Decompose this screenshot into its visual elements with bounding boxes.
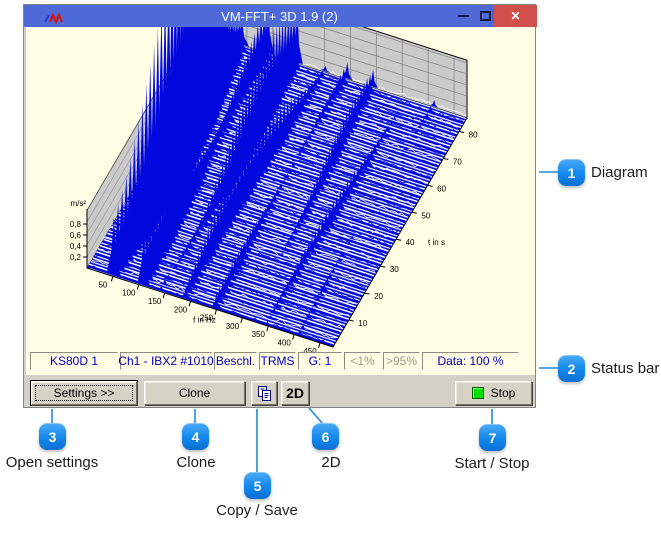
callout-badge-6: 6: [312, 423, 339, 450]
svg-text:70: 70: [453, 157, 462, 166]
svg-text:400: 400: [277, 339, 291, 348]
svg-text:40: 40: [406, 238, 415, 247]
diagram-panel: 0,20,40,60,8m/s²501001502002503003504004…: [26, 27, 535, 375]
2d-label: 2D: [286, 385, 304, 401]
svg-text:t in s: t in s: [428, 238, 445, 247]
callout-badge-3: 3: [39, 423, 66, 450]
copy-icon: [256, 385, 273, 402]
svg-text:60: 60: [437, 184, 446, 193]
y-axis: 0,2 0,4 0,6 0,8 m/s²: [70, 199, 87, 268]
callout-badge-2: 2: [558, 355, 585, 382]
svg-text:200: 200: [174, 305, 188, 314]
status-cell: KS80D 1: [30, 352, 118, 370]
close-button[interactable]: ✕: [494, 5, 537, 27]
callout-badge-4: 4: [182, 423, 209, 450]
svg-text:f in Hz: f in Hz: [193, 316, 216, 325]
callout-label-status-bar: Status bar: [591, 360, 659, 377]
callout-line: [309, 408, 323, 424]
callout-label-diagram: Diagram: [591, 164, 648, 181]
clone-label: Clone: [179, 386, 210, 400]
svg-text:100: 100: [122, 289, 136, 298]
svg-text:350: 350: [252, 330, 266, 339]
svg-text:20: 20: [374, 292, 383, 301]
svg-text:150: 150: [148, 297, 162, 306]
callout-badge-1: 1: [558, 159, 585, 186]
callout-label-open-settings: Open settings: [6, 454, 99, 471]
svg-text:0,8: 0,8: [70, 220, 82, 229]
titlebar[interactable]: VM-FFT+ 3D 1.9 (2) ✕: [24, 5, 535, 27]
svg-text:10: 10: [358, 319, 367, 328]
callout-label-copy-save: Copy / Save: [216, 502, 298, 519]
status-cell: Data: 100 %: [422, 352, 519, 370]
svg-text:0,2: 0,2: [70, 253, 82, 262]
clone-button[interactable]: Clone: [144, 381, 245, 405]
status-cell: TRMS: [259, 352, 296, 370]
copy-save-button[interactable]: [251, 381, 277, 405]
svg-text:300: 300: [226, 322, 240, 331]
status-bar: KS80D 1Ch1 - IBX2 #1010Beschl.TRMSG: 1<1…: [30, 352, 519, 372]
status-cell: Beschl.: [214, 352, 257, 370]
fft-3d-diagram[interactable]: 0,20,40,60,8m/s²501001502002503003504004…: [26, 27, 535, 353]
callout-badge-5: 5: [244, 472, 271, 499]
maximize-button[interactable]: [474, 5, 496, 27]
settings-label: Settings >>: [54, 386, 115, 400]
stop-button[interactable]: Stop: [455, 381, 532, 405]
svg-text:30: 30: [390, 265, 399, 274]
close-icon: ✕: [510, 9, 520, 23]
status-cell: <1%: [344, 352, 381, 370]
svg-text:50: 50: [98, 280, 107, 289]
running-indicator-icon: [472, 387, 484, 399]
annotation-canvas: VM-FFT+ 3D 1.9 (2) ✕ 0,2 0,4 0,6 0,8 m/s² 50 1…: [0, 0, 661, 538]
stop-label: Stop: [491, 386, 516, 400]
status-cell: G: 1: [298, 352, 342, 370]
callout-label-2d: 2D: [321, 454, 340, 471]
status-cell: >95%: [383, 352, 420, 370]
maximize-icon: [480, 11, 491, 21]
minimize-icon: [458, 15, 469, 17]
svg-text:50: 50: [421, 211, 430, 220]
app-window: VM-FFT+ 3D 1.9 (2) ✕ 0,2 0,4 0,6 0,8 m/s² 50 1…: [23, 4, 536, 408]
callout-badge-7: 7: [479, 424, 506, 451]
svg-text:0,4: 0,4: [70, 242, 82, 251]
svg-text:m/s²: m/s²: [70, 199, 86, 208]
2d-button[interactable]: 2D: [281, 381, 309, 405]
svg-text:0,6: 0,6: [70, 231, 82, 240]
status-cell: Ch1 - IBX2 #1010: [120, 352, 212, 370]
settings-button[interactable]: Settings >>: [31, 381, 137, 405]
callout-label-clone: Clone: [176, 454, 215, 471]
svg-text:80: 80: [469, 130, 478, 139]
minimize-button[interactable]: [452, 5, 474, 27]
callout-label-start-stop: Start / Stop: [454, 455, 529, 472]
